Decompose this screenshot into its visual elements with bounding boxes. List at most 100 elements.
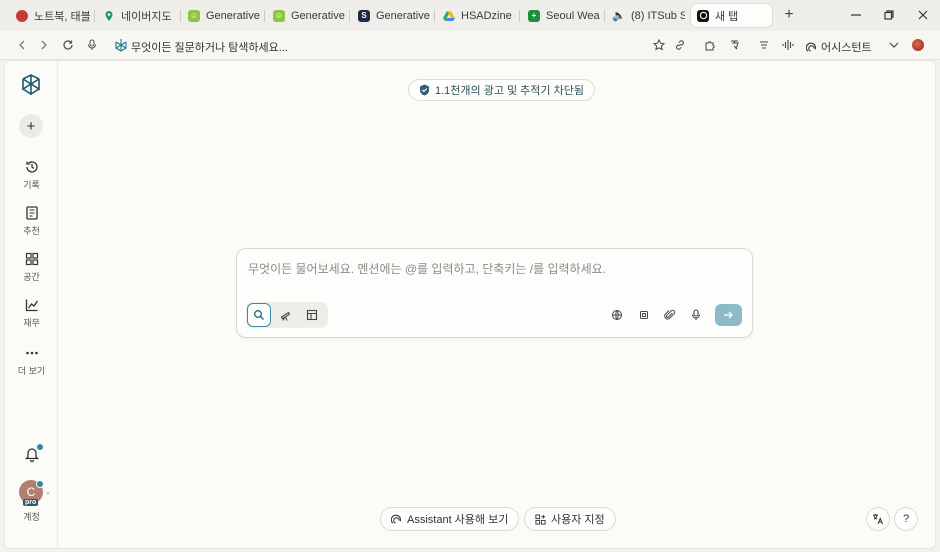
- sidebar-item-label: 재무: [23, 318, 40, 328]
- new-thread-button[interactable]: +: [19, 114, 43, 138]
- map-pin-favicon: [103, 10, 115, 22]
- chevron-down-icon[interactable]: [886, 37, 902, 53]
- labs-mode-button[interactable]: [300, 303, 324, 327]
- restore-button[interactable]: [881, 7, 897, 23]
- forward-button[interactable]: [36, 37, 52, 53]
- sidebar-item-label: 기록: [23, 180, 40, 190]
- tab-7[interactable]: 🔈 (8) ITSub S: [607, 4, 685, 27]
- red-circle-favicon: [16, 9, 28, 22]
- finance-icon: [25, 299, 38, 312]
- avatar-status-dot: [36, 480, 44, 488]
- sidepanel-menu-icon[interactable]: [756, 37, 772, 53]
- search-icon: [254, 310, 264, 320]
- customize-label: 사용자 지정: [551, 514, 605, 526]
- tab-label: 네이버지도: [121, 10, 172, 23]
- blocked-trackers-badge[interactable]: 1.1천개의 광고 및 추적기 차단됨: [408, 79, 595, 101]
- smiley-favicon: ☺: [273, 9, 285, 22]
- assistant-label: 어시스턴트: [821, 42, 872, 54]
- extensions-icon[interactable]: [702, 37, 718, 53]
- pro-badge: pro: [23, 499, 39, 506]
- audio-favicon: 🔈: [612, 10, 626, 22]
- telescope-icon: [280, 311, 291, 321]
- notification-dot: [37, 444, 43, 450]
- tab-5[interactable]: HSADzine: [437, 4, 515, 27]
- tab-0[interactable]: 노트북, 태블: [10, 4, 90, 27]
- tab-strip: 노트북, 태블 네이버지도 ☺ Generative ☺ Generative …: [0, 0, 940, 31]
- perplexity-logo-icon[interactable]: [19, 73, 43, 97]
- sidebar-item-label: 추천: [23, 226, 40, 236]
- sidebar-item-label: 더 보기: [17, 366, 46, 376]
- voice-search-icon[interactable]: [84, 37, 100, 53]
- address-bar: 무엇이든 질문하거나 탐색하세요... 어시스턴트: [0, 31, 940, 60]
- smiley-favicon: ☺: [188, 9, 200, 22]
- sidebar-item-more[interactable]: 더 보기: [5, 345, 58, 377]
- ask-input[interactable]: 무엇이든 물어보세요. 멘션에는 @를 입력하고, 단축키는 /를 입력하세요.: [248, 260, 606, 277]
- customize-button[interactable]: 사용자 지정: [524, 507, 616, 531]
- tab-label: 새 탭: [715, 10, 739, 23]
- sidebar-item-spaces[interactable]: 공간: [5, 251, 58, 283]
- sidebar-item-history[interactable]: 기록: [5, 159, 58, 191]
- try-assistant-label: Assistant 사용해 보기: [407, 514, 509, 526]
- grid-layout-icon: [306, 309, 318, 321]
- assistant-swirl-icon: [806, 42, 816, 52]
- sn-favicon: S: [358, 9, 370, 22]
- assistant-swirl-icon: [391, 514, 401, 524]
- link-icon[interactable]: [672, 37, 688, 53]
- tab-2[interactable]: ☺ Generative: [182, 4, 260, 27]
- spaces-icon: [25, 252, 38, 266]
- discover-icon: [25, 206, 38, 220]
- translate-extension-icon[interactable]: [727, 37, 743, 53]
- drive-favicon: [443, 10, 455, 22]
- paperclip-icon[interactable]: [662, 307, 678, 323]
- sidebar-item-finance[interactable]: 재무: [5, 297, 58, 329]
- translate-icon: [873, 514, 883, 525]
- help-button[interactable]: ?: [894, 507, 918, 531]
- profile-avatar-icon[interactable]: [912, 39, 924, 51]
- new-tab-button[interactable]: +: [780, 6, 798, 24]
- bookmark-star-icon[interactable]: [651, 37, 667, 53]
- tab-8-active[interactable]: 새 탭: [691, 4, 772, 27]
- blocked-trackers-text: 1.1천개의 광고 및 추적기 차단됨: [435, 85, 584, 97]
- shield-check-icon: [420, 84, 429, 96]
- perplexity-home: + 기록 추천 공간 재무 더 보기 C pro ⌄ 계정 1.1천개의 광고 …: [4, 60, 936, 549]
- tab-6[interactable]: + Seoul Wea: [522, 4, 600, 27]
- tab-label: Generative: [376, 9, 430, 22]
- sheets-favicon: +: [528, 9, 540, 22]
- sidebar-item-discover[interactable]: 추천: [5, 205, 58, 237]
- tab-label: Generative: [206, 9, 260, 22]
- history-icon: [25, 161, 38, 173]
- model-chip-icon[interactable]: [636, 307, 652, 323]
- tab-label: Seoul Wea: [546, 9, 600, 22]
- assistant-button[interactable]: 어시스턴트: [806, 39, 872, 55]
- language-button[interactable]: [866, 507, 890, 531]
- try-assistant-button[interactable]: Assistant 사용해 보기: [380, 507, 520, 531]
- sidebar: + 기록 추천 공간 재무 더 보기 C pro ⌄ 계정: [5, 61, 58, 548]
- globe-icon[interactable]: [609, 307, 625, 323]
- back-button[interactable]: [14, 37, 30, 53]
- perplexity-logo-icon: [113, 37, 129, 53]
- minimize-button[interactable]: [848, 7, 864, 23]
- omnibox-input[interactable]: 무엇이든 질문하거나 탐색하세요...: [131, 39, 288, 55]
- close-window-button[interactable]: [915, 7, 931, 23]
- tab-label: HSADzine: [461, 9, 512, 22]
- customize-grid-icon: [535, 513, 546, 525]
- ask-box[interactable]: 무엇이든 물어보세요. 멘션에는 @를 입력하고, 단축키는 /를 입력하세요.: [236, 248, 753, 338]
- perplexity-favicon: [697, 9, 709, 22]
- avatar-chevron-icon[interactable]: ⌄: [45, 488, 51, 496]
- tab-1[interactable]: 네이버지도: [97, 4, 177, 27]
- tab-3[interactable]: ☺ Generative: [267, 4, 345, 27]
- microphone-icon[interactable]: [688, 307, 704, 323]
- tab-label: Generative: [291, 9, 345, 22]
- search-mode-button[interactable]: [247, 303, 271, 327]
- sidebar-item-label: 공간: [23, 272, 40, 282]
- tab-4[interactable]: S Generative: [352, 4, 430, 27]
- submit-button[interactable]: [715, 304, 742, 326]
- research-mode-button[interactable]: [274, 303, 298, 327]
- tab-label: (8) ITSub S: [631, 9, 685, 22]
- tab-label: 노트북, 태블: [34, 10, 90, 23]
- voice-wave-icon[interactable]: [780, 37, 796, 53]
- search-mode-selector: [246, 302, 328, 328]
- account-label: 계정: [23, 512, 40, 522]
- more-icon: [25, 351, 38, 355]
- reload-button[interactable]: [60, 37, 76, 53]
